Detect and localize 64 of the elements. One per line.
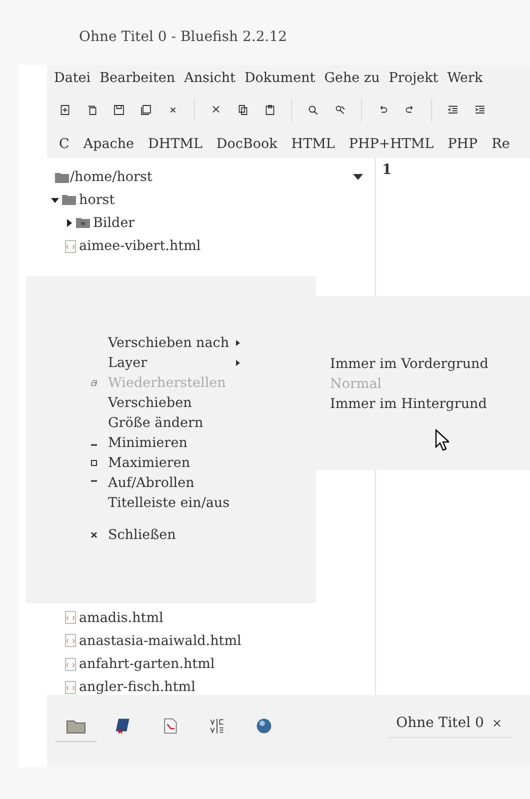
line-number: 1: [382, 162, 392, 178]
dropdown-arrow-icon: [353, 174, 363, 180]
tree-item[interactable]: anastasia-maiwald.html: [47, 629, 375, 652]
html-file-icon: [65, 240, 76, 253]
save-icon[interactable]: [113, 104, 125, 116]
folder-icon: [76, 217, 90, 228]
menu-item[interactable]: Größe ändern: [90, 413, 240, 433]
language-tab[interactable]: DocBook: [216, 136, 278, 152]
submenu-arrow-icon: [236, 340, 240, 346]
submenu-arrow-icon: [236, 360, 240, 366]
globe-icon: [254, 716, 274, 734]
menu-item[interactable]: Projekt: [388, 70, 438, 86]
collapsed-arrow-icon[interactable]: [65, 218, 73, 227]
menu-item[interactable]: Gehe zu: [324, 70, 380, 86]
unindent-icon[interactable]: [447, 104, 459, 116]
expanded-arrow-icon[interactable]: [51, 196, 59, 204]
menu-item[interactable]: Immer im Vordergrund: [330, 354, 530, 374]
new-file-icon[interactable]: [59, 104, 71, 116]
html-file-icon: [65, 658, 76, 671]
save-all-icon[interactable]: [140, 104, 152, 116]
language-tab[interactable]: Re: [492, 136, 510, 152]
tree-item[interactable]: amadis.html: [47, 606, 375, 630]
search-icon[interactable]: [307, 104, 319, 116]
menu-item[interactable]: Datei: [54, 70, 91, 86]
language-tab[interactable]: DHTML: [148, 136, 202, 152]
replace-icon[interactable]: [334, 104, 346, 116]
menu-item[interactable]: Maximieren: [90, 453, 240, 473]
path-dropdown[interactable]: /home/horst: [47, 166, 375, 188]
menu-item[interactable]: Minimieren: [90, 433, 240, 453]
restore-icon: [90, 379, 98, 387]
menu-item[interactable]: Verschieben nach: [90, 333, 240, 353]
copy-icon[interactable]: [86, 104, 98, 116]
tree-item[interactable]: horst: [47, 188, 375, 212]
html-file-icon: [65, 611, 76, 624]
language-tab[interactable]: C: [59, 136, 70, 152]
mouse-pointer-icon: [435, 429, 449, 451]
tree-item[interactable]: aimee-vibert.html: [47, 234, 375, 258]
close-icon: [90, 531, 98, 539]
menu-item[interactable]: Schließen: [90, 525, 240, 545]
tree-item[interactable]: anfahrt-garten.html: [47, 652, 375, 676]
folder-icon: [62, 194, 76, 206]
menu-item[interactable]: Titelleiste ein/aus: [90, 493, 240, 513]
close-tab-button[interactable]: ×: [492, 716, 502, 730]
menu-item[interactable]: Ansicht: [184, 70, 236, 86]
tree-item[interactable]: Bilder: [47, 211, 375, 235]
folder-icon: [55, 172, 69, 182]
menu-item[interactable]: Bearbeiten: [100, 70, 176, 86]
paste-icon[interactable]: [264, 104, 276, 116]
copy-icon[interactable]: [237, 104, 249, 116]
menu-item[interactable]: Layer: [90, 353, 240, 373]
menu-item[interactable]: Verschieben: [90, 393, 240, 413]
menu-item[interactable]: Dokument: [244, 70, 316, 86]
html-file-icon: [65, 634, 76, 648]
indent-icon[interactable]: [474, 104, 486, 116]
menu-item[interactable]: Auf/Abrollen: [90, 473, 240, 493]
language-tab[interactable]: Apache: [83, 136, 134, 152]
menu-item[interactable]: Werk: [447, 70, 483, 86]
menu-item[interactable]: Immer im Hintergrund: [330, 394, 530, 414]
document-tab[interactable]: Ohne Titel 0 ×: [388, 714, 512, 738]
language-tab[interactable]: PHP+HTML: [348, 136, 434, 152]
language-tab[interactable]: PHP: [448, 136, 478, 152]
language-tab[interactable]: HTML: [291, 136, 335, 152]
tree-item[interactable]: angler-fisch.html: [47, 676, 375, 700]
maximize-icon: [90, 459, 98, 467]
